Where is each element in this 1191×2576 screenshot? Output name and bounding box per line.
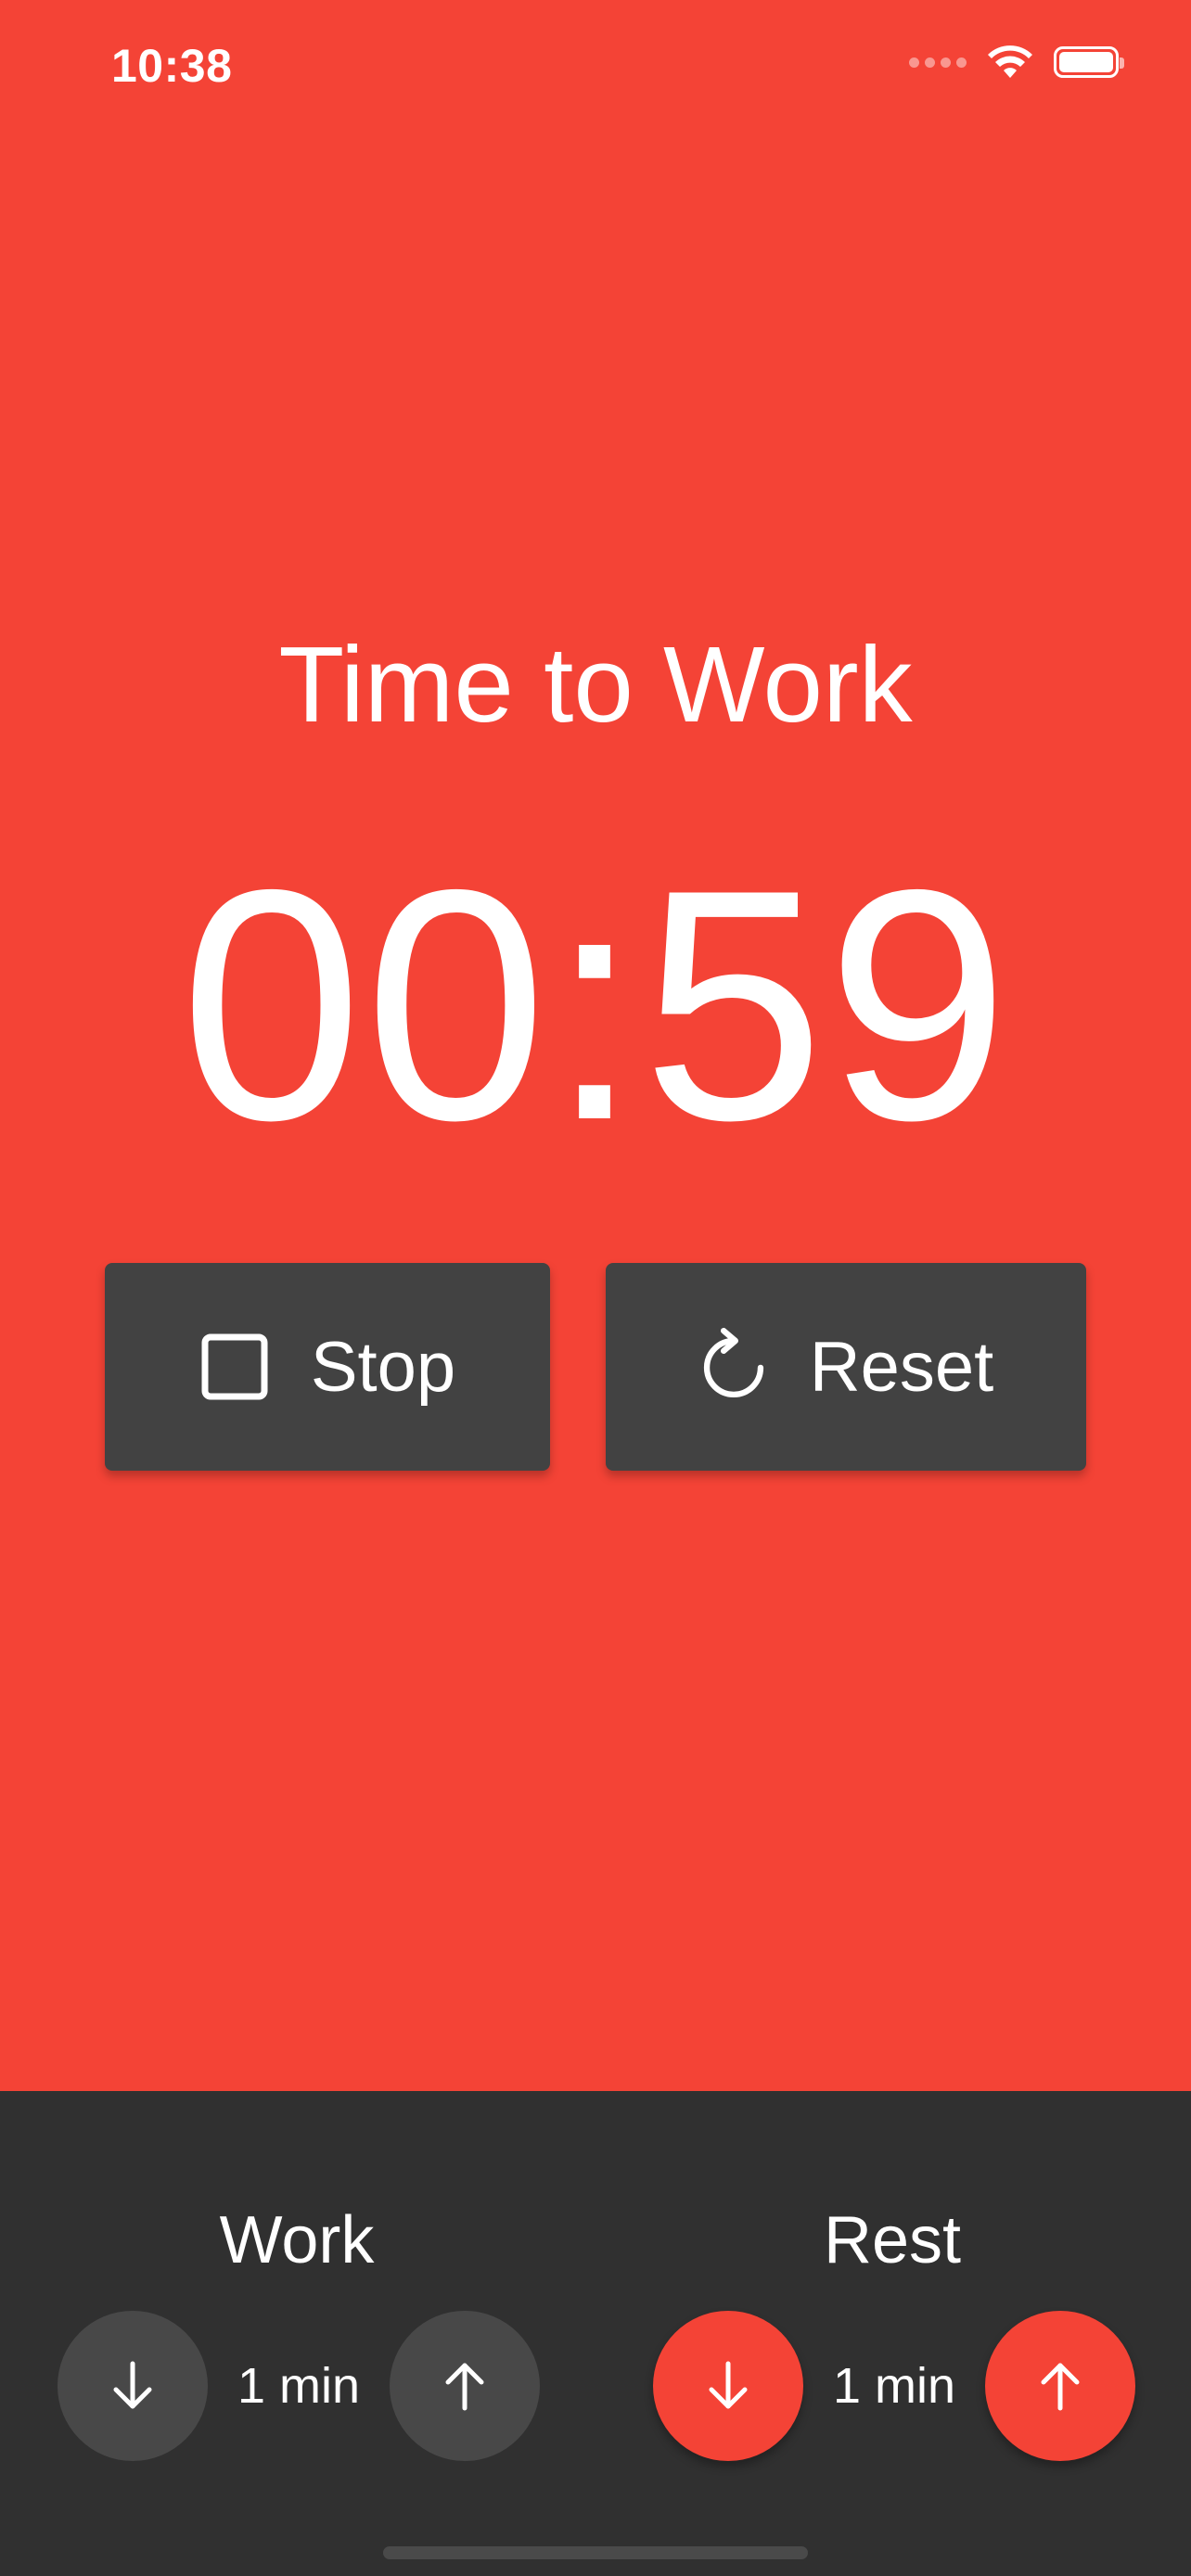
- stop-button[interactable]: Stop: [105, 1263, 550, 1471]
- arrow-down-icon: [709, 2361, 748, 2409]
- settings-panel: Work 1 min Rest 1 min: [0, 2091, 1191, 2576]
- stop-button-label: Stop: [310, 1327, 456, 1407]
- work-decrease-button[interactable]: [58, 2311, 208, 2461]
- signal-icon: [909, 57, 967, 68]
- timer-screen: 10:38 Time to Work 00:59 Stop Reset Work…: [0, 0, 1191, 2576]
- rest-setting: Rest 1 min: [623, 2207, 1161, 2461]
- status-time: 10:38: [111, 40, 233, 92]
- work-label: Work: [219, 2203, 375, 2277]
- home-indicator[interactable]: [383, 2546, 808, 2559]
- work-stepper: 1 min: [28, 2311, 540, 2461]
- work-setting: Work 1 min: [28, 2207, 566, 2461]
- rest-increase-button[interactable]: [985, 2311, 1135, 2461]
- reset-button-label: Reset: [809, 1327, 994, 1407]
- rest-stepper: 1 min: [623, 2311, 1135, 2461]
- wifi-icon: [988, 45, 1032, 78]
- rest-duration-value: 1 min: [832, 2358, 956, 2414]
- status-icons: [909, 45, 1124, 80]
- timer-controls: Stop Reset: [105, 1263, 1086, 1471]
- work-duration-value: 1 min: [237, 2358, 361, 2414]
- rest-decrease-button[interactable]: [653, 2311, 803, 2461]
- arrow-down-icon: [113, 2361, 152, 2409]
- rest-label: Rest: [823, 2203, 962, 2277]
- stop-square-icon: [199, 1332, 270, 1402]
- arrow-up-icon: [445, 2363, 484, 2411]
- work-increase-button[interactable]: [390, 2311, 540, 2461]
- status-bar: 10:38: [0, 0, 1191, 139]
- battery-icon: [1054, 46, 1124, 78]
- mode-title: Time to Work: [278, 624, 913, 745]
- reset-button[interactable]: Reset: [606, 1263, 1086, 1471]
- arrow-up-icon: [1041, 2363, 1080, 2411]
- refresh-icon: [698, 1327, 769, 1402]
- timer-display: 00:59: [180, 823, 1011, 1189]
